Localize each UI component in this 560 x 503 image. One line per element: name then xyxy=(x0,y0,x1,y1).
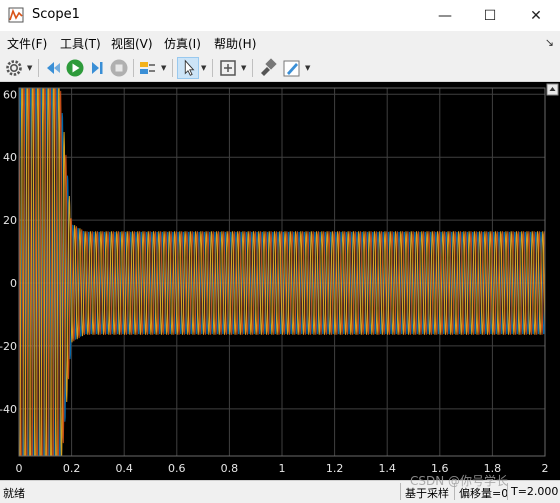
x-tick-label: 1.2 xyxy=(326,462,344,475)
gear-icon[interactable] xyxy=(3,57,25,79)
chevron-down-icon[interactable]: ▼ xyxy=(241,64,246,72)
minimize-button[interactable]: — xyxy=(422,0,468,31)
undock-icon[interactable]: ↘ xyxy=(545,36,554,49)
x-tick-label: 0.2 xyxy=(63,462,81,475)
y-tick-label: -40 xyxy=(0,403,17,416)
maximize-icon: ☐ xyxy=(483,7,497,24)
zoom-fit-icon[interactable] xyxy=(217,57,239,79)
menu-view[interactable]: 视图(V) xyxy=(111,35,153,52)
scope-window: Scope1 — ☐ ✕ 文件(F) 工具(T) 视图(V) 仿真(I) 帮助(… xyxy=(0,0,560,503)
toolbar-divider xyxy=(38,59,39,77)
toolbar-divider xyxy=(133,59,134,77)
scope-app-icon xyxy=(8,7,24,23)
toolbar-divider xyxy=(252,59,253,77)
x-tick-label: 0 xyxy=(16,462,23,475)
x-tick-label: 1.4 xyxy=(378,462,396,475)
maximize-button[interactable]: ☐ xyxy=(467,0,513,31)
title-bar: Scope1 — ☐ ✕ xyxy=(0,0,560,31)
close-button[interactable]: ✕ xyxy=(513,0,559,31)
x-tick-label: 2 xyxy=(542,462,549,475)
y-tick-label: 0 xyxy=(10,277,17,290)
menu-file[interactable]: 文件(F) xyxy=(7,35,47,52)
minimize-icon: — xyxy=(438,7,452,24)
chevron-down-icon[interactable]: ▼ xyxy=(201,64,206,72)
menu-tools[interactable]: 工具(T) xyxy=(60,35,101,52)
x-tick-label: 0.8 xyxy=(221,462,239,475)
x-tick-label: 0.4 xyxy=(115,462,133,475)
cursor-icon[interactable] xyxy=(177,57,199,79)
close-icon: ✕ xyxy=(530,7,542,24)
x-tick-label: 1 xyxy=(279,462,286,475)
edit-icon[interactable] xyxy=(281,57,303,79)
chevron-down-icon[interactable]: ▼ xyxy=(27,64,32,72)
chevron-down-icon[interactable]: ▼ xyxy=(305,64,310,72)
toolbar: ▼ ▼ ▼ ▼ ▼ xyxy=(0,55,560,82)
menu-help[interactable]: 帮助(H) xyxy=(214,35,256,52)
status-text: 就绪 xyxy=(3,487,25,500)
y-tick-label: 40 xyxy=(3,151,17,164)
time-label: T=2.000 xyxy=(511,485,559,498)
menu-simulation[interactable]: 仿真(I) xyxy=(164,35,201,52)
y-tick-label: 60 xyxy=(3,88,17,101)
status-divider xyxy=(400,483,401,500)
highlight-icon[interactable] xyxy=(137,57,159,79)
x-tick-label: 0.6 xyxy=(168,462,186,475)
stop-icon[interactable] xyxy=(108,57,130,79)
watermark-text: CSDN @你号学长 xyxy=(410,474,509,488)
style-icon[interactable] xyxy=(257,57,279,79)
step-back-icon[interactable] xyxy=(42,57,64,79)
y-tick-label: 20 xyxy=(3,214,17,227)
scope-chart[interactable]: -40-2002040600 0.2 0.4 0.6 0.8 1 1.2 1.4 1.6 1.8 2 xyxy=(0,82,560,480)
toolbar-divider xyxy=(212,59,213,77)
menu-bar: 文件(F) 工具(T) 视图(V) 仿真(I) 帮助(H) ↘ xyxy=(0,32,560,54)
window-title: Scope1 xyxy=(32,7,80,22)
toolbar-divider xyxy=(172,59,173,77)
chevron-down-icon[interactable]: ▼ xyxy=(161,64,166,72)
run-icon[interactable] xyxy=(64,57,86,79)
plot-area[interactable]: -40 -20 0 20 40 60 0 0.2 0.4 0.6 0.8 1 1.2 1.4 1.6 1.8 2 xyxy=(0,82,560,480)
step-forward-icon[interactable] xyxy=(86,57,108,79)
y-tick-label: -20 xyxy=(0,340,17,353)
